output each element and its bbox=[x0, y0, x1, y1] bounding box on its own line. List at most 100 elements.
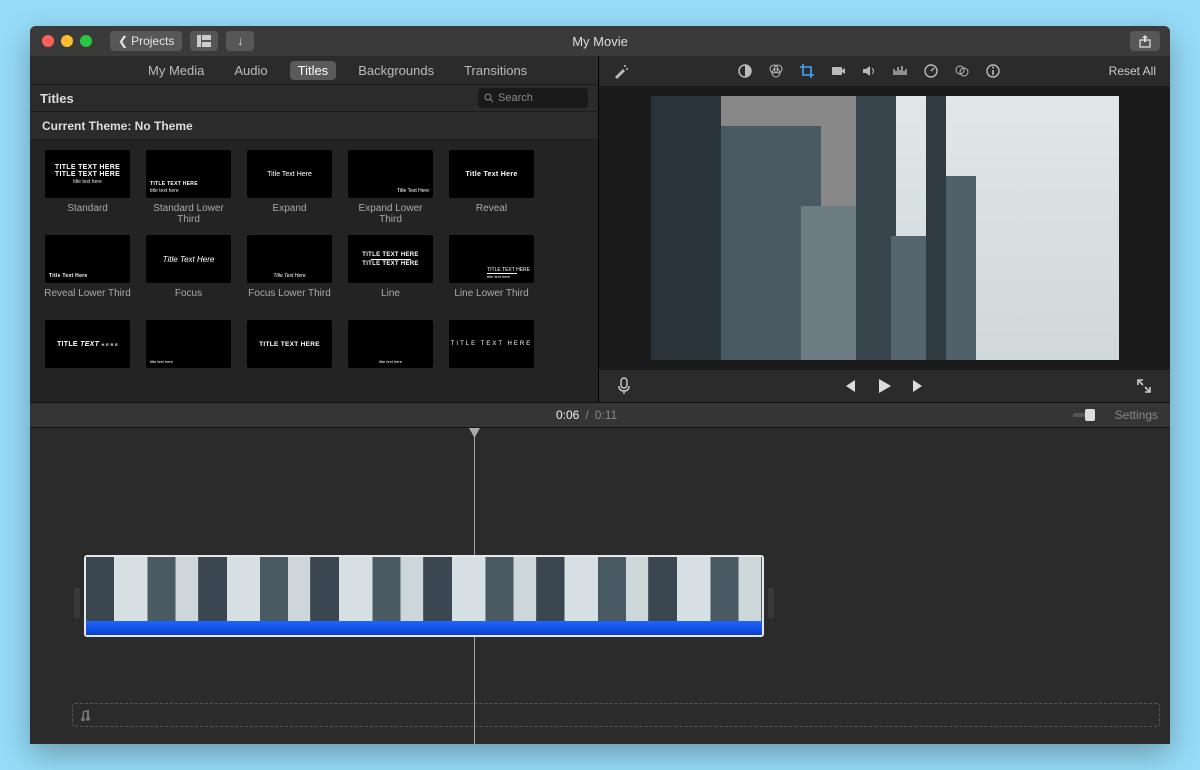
title-preset[interactable]: TITLE TEXT HERE bbox=[246, 320, 333, 395]
total-time: 0:11 bbox=[595, 408, 617, 422]
timeline[interactable] bbox=[30, 428, 1170, 744]
window-controls bbox=[42, 35, 92, 47]
title-thumbnail: TITLE TEXT HERE bbox=[247, 320, 332, 368]
title-thumbnail: TITLE TEXT HERE bbox=[449, 320, 534, 368]
tab-audio[interactable]: Audio bbox=[226, 61, 275, 80]
title-preset[interactable]: TITLE TEXT H E R E bbox=[44, 320, 131, 395]
title-thumbnail: title text here bbox=[348, 320, 433, 368]
section-title: Titles bbox=[40, 91, 74, 106]
title-thumbnail: Title Text Here bbox=[449, 150, 534, 198]
volume-icon[interactable] bbox=[861, 63, 877, 79]
title-caption: Focus Lower Third bbox=[248, 288, 331, 310]
video-clip[interactable] bbox=[84, 555, 764, 637]
title-preset[interactable]: Title Text Here Reveal Lower Third bbox=[44, 235, 131, 310]
magic-enhance-icon[interactable] bbox=[613, 63, 629, 79]
title-caption: Line bbox=[381, 288, 400, 310]
title-thumbnail: TITLE TEXT HERETITLE TEXT HEREtitle text… bbox=[45, 150, 130, 198]
share-icon bbox=[1138, 34, 1152, 48]
play-button[interactable] bbox=[875, 377, 893, 395]
title-preset[interactable]: Title Text Here Expand bbox=[246, 150, 333, 225]
speed-icon[interactable] bbox=[923, 63, 939, 79]
projects-back-button[interactable]: ❮ Projects bbox=[110, 31, 182, 51]
title-thumbnail: Title Text Here bbox=[348, 150, 433, 198]
clip-thumbnails bbox=[86, 557, 762, 621]
clip-trim-left[interactable] bbox=[74, 588, 80, 618]
share-button[interactable] bbox=[1130, 31, 1160, 51]
crop-icon[interactable] bbox=[799, 63, 815, 79]
title-preset[interactable]: TITLE TEXT HERE bbox=[448, 320, 535, 395]
color-balance-icon[interactable] bbox=[737, 63, 753, 79]
settings-button[interactable]: Settings bbox=[1115, 408, 1158, 422]
search-input[interactable]: Search bbox=[478, 88, 588, 108]
title-preset[interactable]: TITLE TEXT HEREtitle text here Line Lower… bbox=[448, 235, 535, 310]
title-caption: Reveal Lower Third bbox=[44, 288, 131, 310]
section-header: Titles Search bbox=[30, 84, 598, 112]
next-button[interactable] bbox=[911, 378, 927, 394]
title-preset[interactable]: Title Text Here Expand Lower Third bbox=[347, 150, 434, 225]
minimize-window-button[interactable] bbox=[61, 35, 73, 47]
title-thumbnail: Title Text Here bbox=[247, 235, 332, 283]
stabilization-icon[interactable] bbox=[830, 63, 846, 79]
titlebar: ❮ Projects ↓ My Movie bbox=[30, 26, 1170, 56]
playback-controls bbox=[599, 370, 1170, 402]
fullscreen-icon[interactable] bbox=[1136, 378, 1152, 394]
clip-audio-waveform bbox=[86, 621, 762, 635]
title-thumbnail: Title Text Here bbox=[146, 235, 231, 283]
title-caption: Expand Lower Third bbox=[347, 203, 434, 225]
tab-my-media[interactable]: My Media bbox=[140, 61, 212, 80]
title-preset[interactable]: TITLE TEXT HERETITLE TEXT HERE Line bbox=[347, 235, 434, 310]
title-preset[interactable]: Title Text Here Focus bbox=[145, 235, 232, 310]
title-thumbnail: TITLE TEXT HEREtitle text here bbox=[449, 235, 534, 283]
tab-transitions[interactable]: Transitions bbox=[456, 61, 535, 80]
titles-grid: TITLE TEXT HERETITLE TEXT HEREtitle text… bbox=[30, 140, 598, 402]
title-preset[interactable]: TITLE TEXT HERETITLE TEXT HEREtitle text… bbox=[44, 150, 131, 225]
chevron-left-icon: ❮ bbox=[118, 34, 128, 48]
title-caption: Standard bbox=[67, 203, 108, 225]
title-preset[interactable]: Title Text Here Focus Lower Third bbox=[246, 235, 333, 310]
noise-reduction-icon[interactable] bbox=[892, 63, 908, 79]
app-window: ❮ Projects ↓ My Movie My Media Audio Tit… bbox=[30, 26, 1170, 744]
prev-button[interactable] bbox=[841, 378, 857, 394]
search-icon bbox=[484, 93, 494, 103]
music-note-icon bbox=[79, 709, 91, 721]
video-viewer[interactable] bbox=[599, 86, 1170, 370]
viewer-toolbar: Reset All bbox=[599, 56, 1170, 86]
title-thumbnail: Title Text Here bbox=[45, 235, 130, 283]
current-time: 0:06 bbox=[556, 408, 579, 422]
tab-titles[interactable]: Titles bbox=[290, 61, 337, 80]
filters-icon[interactable] bbox=[954, 63, 970, 79]
title-thumbnail: Title Text Here bbox=[247, 150, 332, 198]
title-caption: Reveal bbox=[476, 203, 507, 225]
title-preset[interactable]: TITLE TEXT HEREtitle text hereStandard L… bbox=[145, 150, 232, 225]
music-track[interactable] bbox=[72, 703, 1160, 727]
time-separator: / bbox=[585, 408, 588, 422]
close-window-button[interactable] bbox=[42, 35, 54, 47]
maximize-window-button[interactable] bbox=[80, 35, 92, 47]
projects-label: Projects bbox=[131, 34, 174, 48]
theme-row: Current Theme: No Theme bbox=[30, 112, 598, 140]
viewer-pane: Reset All bbox=[599, 56, 1170, 402]
tab-backgrounds[interactable]: Backgrounds bbox=[350, 61, 442, 80]
title-thumbnail: title text here bbox=[146, 320, 231, 368]
voiceover-icon[interactable] bbox=[617, 377, 631, 395]
title-thumbnail: TITLE TEXT HERETITLE TEXT HERE bbox=[348, 235, 433, 283]
title-preset[interactable]: title text here bbox=[347, 320, 434, 395]
clip-trim-right[interactable] bbox=[768, 588, 774, 618]
title-caption: Focus bbox=[175, 288, 202, 310]
title-caption: Line Lower Third bbox=[454, 288, 528, 310]
reset-all-button[interactable]: Reset All bbox=[1109, 64, 1156, 78]
download-arrow-icon: ↓ bbox=[237, 34, 243, 48]
color-correction-icon[interactable] bbox=[768, 63, 784, 79]
title-preset[interactable]: title text here bbox=[145, 320, 232, 395]
media-library-button[interactable] bbox=[190, 31, 218, 51]
timeline-header: 0:06 / 0:11 Settings bbox=[30, 402, 1170, 428]
search-placeholder: Search bbox=[498, 92, 533, 104]
zoom-slider[interactable] bbox=[1073, 413, 1094, 417]
title-preset[interactable]: Title Text Here Reveal bbox=[448, 150, 535, 225]
info-icon[interactable] bbox=[985, 63, 1001, 79]
browser-pane: My Media Audio Titles Backgrounds Transi… bbox=[30, 56, 599, 402]
import-button[interactable]: ↓ bbox=[226, 31, 254, 51]
browser-tabs: My Media Audio Titles Backgrounds Transi… bbox=[30, 56, 598, 84]
title-caption: Expand bbox=[273, 203, 307, 225]
title-caption: Standard Lower Third bbox=[145, 203, 232, 225]
